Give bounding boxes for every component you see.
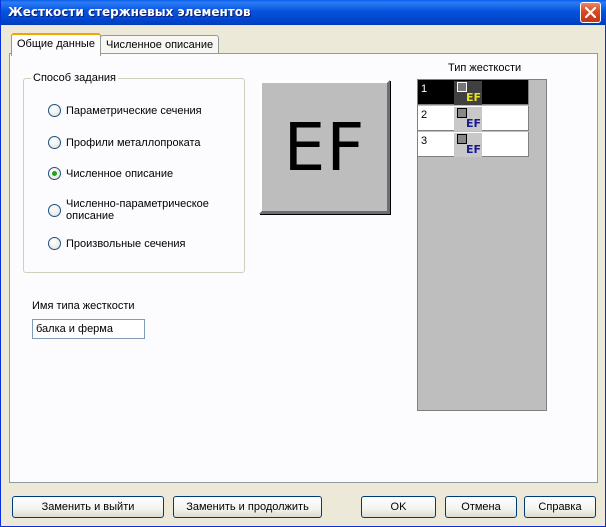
radio-label: Профили металлопроката [66,136,201,149]
stiffness-list-header: Тип жесткости [448,62,522,74]
tab-general[interactable]: Общие данные [11,33,101,56]
row-number: 1 [421,83,428,95]
ef-icon-label: EF [466,91,482,104]
radio-label: Произвольные сечения [66,237,186,250]
radio-button[interactable] [48,104,61,117]
dialog-window: Жесткости стержневых элементов Общие дан… [0,0,606,527]
ok-button[interactable]: OK [361,496,436,518]
close-icon [585,7,596,18]
radio-button-checked[interactable] [48,167,61,180]
radio-label: Численное описание [66,167,174,180]
close-button[interactable] [580,2,601,23]
radio-button[interactable] [48,203,61,217]
radio-button[interactable] [48,237,61,250]
ef-section-icon: EF [454,81,482,105]
help-button[interactable]: Справка [524,496,596,518]
row-number: 3 [421,135,428,147]
stiffness-name-input[interactable]: балка и ферма [32,319,145,339]
window-title: Жесткости стержневых элементов [8,5,251,19]
stiffness-name-label: Имя типа жесткости [32,300,135,312]
replace-and-exit-button[interactable]: Заменить и выйти [12,496,164,518]
radio-numeric-parametric[interactable]: Численно-параметрическое описание [48,198,233,222]
method-group-legend: Способ задания [33,72,116,84]
stiffness-list[interactable]: 1 EF 2 EF 3 EF [417,79,547,411]
cancel-button[interactable]: Отмена [445,496,517,518]
radio-arbitrary-sections[interactable]: Произвольные сечения [48,237,186,250]
radio-label: Параметрические сечения [66,104,202,117]
ef-section-icon: EF [454,133,482,157]
radio-parametric-sections[interactable]: Параметрические сечения [48,104,202,117]
row-number: 2 [421,109,428,121]
ef-icon-label: EF [466,117,482,130]
radio-numeric-description[interactable]: Численное описание [48,167,173,180]
stiffness-preview-button[interactable]: EF [259,80,390,214]
radio-metal-profiles[interactable]: Профили металлопроката [48,136,201,149]
preview-label: EF [283,108,366,186]
list-item[interactable]: 1 EF [418,80,529,105]
radio-label: Численно-параметрическое описание [66,198,209,222]
radio-button[interactable] [48,136,61,149]
list-item[interactable]: 2 EF [418,106,529,131]
replace-and-continue-button[interactable]: Заменить и продолжить [173,496,322,518]
list-item[interactable]: 3 EF [418,132,529,157]
ef-section-icon: EF [454,107,482,131]
ef-icon-label: EF [466,143,482,156]
title-bar[interactable]: Жесткости стержневых элементов [1,0,606,25]
